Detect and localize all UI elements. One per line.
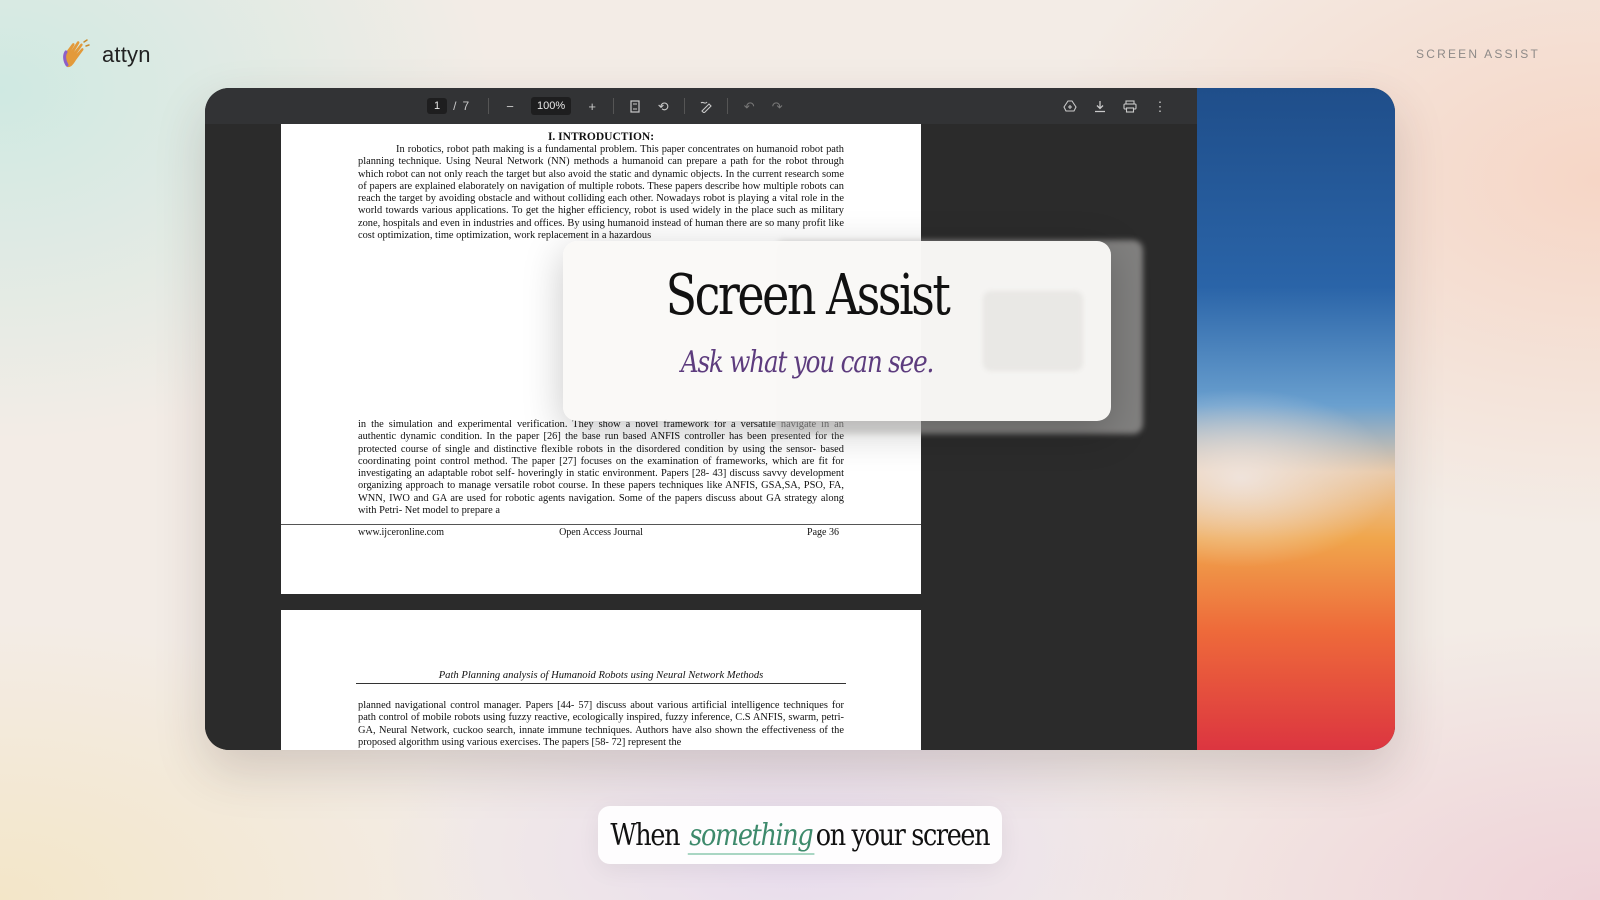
zoom-in-icon[interactable]: + bbox=[585, 99, 599, 113]
screen-assist-card: Screen Assist Ask what you can see. bbox=[563, 241, 1111, 421]
card-subtitle: Ask what you can see. bbox=[680, 345, 934, 380]
rotate-icon[interactable]: ⟲ bbox=[656, 99, 670, 113]
desktop-wallpaper bbox=[1137, 88, 1395, 750]
body-paragraph: in the simulation and experimental verif… bbox=[358, 419, 844, 517]
caption-emphasis: something bbox=[686, 818, 816, 853]
brand: attyn bbox=[58, 38, 151, 72]
toolbar-divider bbox=[488, 98, 489, 114]
print-icon[interactable] bbox=[1123, 99, 1137, 113]
caption-before: When bbox=[610, 817, 681, 853]
running-title: Path Planning analysis of Humanoid Robot… bbox=[356, 670, 846, 684]
pdf-viewer[interactable]: I. INTRODUCTION: In robotics, robot path… bbox=[205, 124, 1197, 750]
undo-icon[interactable]: ↶ bbox=[742, 99, 756, 113]
section-heading: I. INTRODUCTION: bbox=[547, 131, 655, 143]
file-actions: ⋮ bbox=[1063, 88, 1167, 124]
toolbar-divider bbox=[684, 98, 686, 114]
redo-icon[interactable]: ↷ bbox=[770, 99, 784, 113]
page2-paragraph: planned navigational control manager. Pa… bbox=[358, 700, 844, 748]
waving-hand-icon bbox=[63, 39, 90, 68]
caption-after: on your screen bbox=[815, 817, 991, 853]
pdf-page-2: Path Planning analysis of Humanoid Robot… bbox=[281, 610, 921, 750]
intro-paragraph: In robotics, robot path making is a fund… bbox=[358, 144, 844, 242]
page-footer: www.ijceronline.com Open Access Journal … bbox=[281, 524, 921, 538]
card-title: Screen Assist bbox=[665, 263, 951, 328]
pdf-toolbar: 1 / 7 − 100% + ⟲ ↶ ↷ ⋮ bbox=[205, 88, 1197, 124]
toolbar-divider bbox=[727, 98, 729, 114]
brand-name: attyn bbox=[102, 42, 151, 67]
caption-banner: When something on your screen bbox=[598, 806, 1002, 864]
zoom-controls: − 100% + ⟲ ↶ ↷ bbox=[488, 88, 784, 124]
page-separator: / bbox=[453, 99, 457, 113]
toolbar-divider bbox=[613, 98, 615, 114]
zoom-level[interactable]: 100% bbox=[531, 97, 572, 115]
zoom-out-icon[interactable]: − bbox=[503, 99, 517, 113]
page-total: 7 bbox=[462, 99, 470, 113]
add-to-drive-icon[interactable] bbox=[1063, 99, 1077, 113]
page-indicator: 1 / 7 bbox=[427, 88, 469, 124]
section-tag: SCREEN ASSIST bbox=[1416, 47, 1540, 61]
more-icon[interactable]: ⋮ bbox=[1153, 99, 1167, 113]
fit-page-icon[interactable] bbox=[628, 99, 642, 113]
download-icon[interactable] bbox=[1093, 99, 1107, 113]
annotate-icon[interactable] bbox=[699, 99, 713, 113]
page-number-input[interactable]: 1 bbox=[427, 98, 448, 114]
caption-text: When something on your screen bbox=[610, 817, 991, 853]
screen-window: 1 / 7 − 100% + ⟲ ↶ ↷ ⋮ I. INTRODUCTION: … bbox=[205, 88, 1395, 750]
footer-page-number: Page 36 bbox=[807, 527, 839, 538]
